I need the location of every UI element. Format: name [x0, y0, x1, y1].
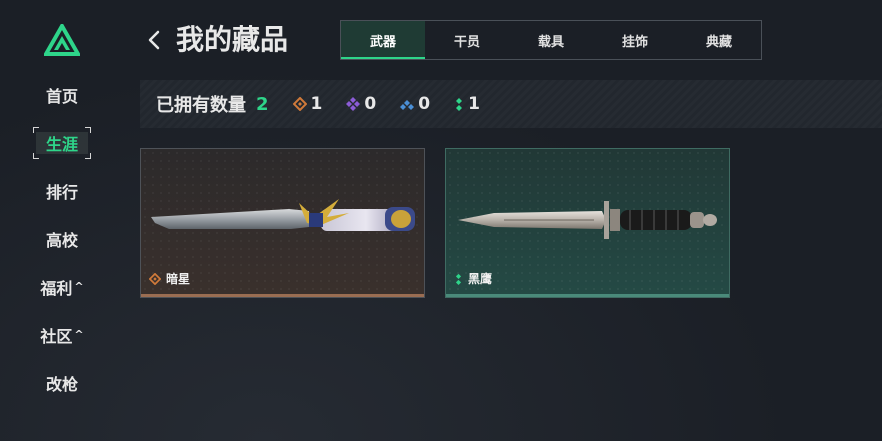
stat-value: 1 — [468, 94, 480, 114]
sidebar-item-label: 生涯 — [45, 135, 78, 154]
sidebar-item-ranking[interactable]: 排行 — [30, 176, 94, 206]
stat-orange: 1 — [292, 94, 323, 114]
chevron-up-icon: ^ — [74, 279, 84, 293]
stat-value: 1 — [310, 94, 323, 114]
bracket-corner — [85, 127, 91, 133]
item-name-label: 暗星 — [149, 270, 190, 287]
tab-vehicles[interactable]: 载具 — [509, 21, 593, 59]
purple-diamond-icon — [346, 97, 361, 111]
rarity-bar — [446, 294, 729, 297]
stat-purple: 0 — [346, 94, 376, 114]
page-title: 我的藏品 — [176, 23, 289, 56]
sidebar-item-career[interactable]: 生涯 — [30, 127, 94, 159]
green-dots-icon — [455, 273, 462, 285]
tab-charms[interactable]: 挂饰 — [593, 21, 677, 59]
item-name: 暗星 — [166, 272, 191, 286]
sidebar-item-label: 改枪 — [45, 375, 78, 394]
tab-weapons[interactable]: 武器 — [341, 21, 425, 59]
ownership-stats-bar: 已拥有数量 2 1 0 0 1 — [140, 80, 882, 128]
stat-value: 0 — [418, 94, 431, 114]
sidebar-item-label: 社区 — [40, 327, 73, 346]
owned-count: 2 — [256, 93, 269, 115]
orange-diamond-icon — [292, 97, 307, 111]
stat-blue: 0 — [400, 94, 430, 114]
sidebar-item-home[interactable]: 首页 — [30, 80, 94, 110]
blue-diamond-icon — [400, 100, 415, 110]
stat-green: 1 — [454, 94, 480, 114]
collection-card-black-hawk[interactable]: 黑鹰 — [445, 148, 730, 298]
sidebar-item-label: 福利 — [40, 279, 73, 298]
sidebar: 首页 生涯 排行 高校 福利 ^ 社区 ^ 改枪 — [0, 0, 124, 441]
tab-operators[interactable]: 干员 — [425, 21, 509, 59]
sidebar-item-label: 排行 — [45, 183, 78, 202]
sidebar-item-label: 高校 — [45, 231, 78, 250]
item-name-label: 黑鹰 — [454, 270, 492, 287]
rarity-bar — [141, 294, 424, 297]
dagger-image — [458, 201, 717, 239]
combat-knife-image — [151, 199, 415, 231]
owned-label: 已拥有数量 — [156, 95, 246, 116]
chevron-up-icon: ^ — [74, 327, 84, 341]
sidebar-item-welfare[interactable]: 福利 ^ — [30, 272, 94, 302]
category-tabs: 武器 干员 载具 挂饰 典藏 — [340, 20, 762, 60]
sidebar-item-community[interactable]: 社区 ^ — [30, 320, 94, 350]
green-dots-icon — [456, 98, 463, 111]
orange-diamond-icon — [149, 272, 161, 285]
sidebar-item-college[interactable]: 高校 — [30, 224, 94, 254]
back-chevron-icon[interactable] — [144, 24, 164, 56]
sidebar-item-gunsmith[interactable]: 改枪 — [30, 368, 94, 398]
sidebar-item-label: 首页 — [45, 87, 78, 106]
tab-collection[interactable]: 典藏 — [677, 21, 761, 59]
item-name: 黑鹰 — [468, 272, 493, 286]
stat-value: 0 — [364, 94, 377, 114]
bracket-corner — [85, 153, 91, 159]
bracket-corner — [33, 153, 39, 159]
collection-card-dark-star[interactable]: 暗星 — [140, 148, 425, 298]
app-logo-icon[interactable] — [44, 24, 80, 56]
bracket-corner — [33, 127, 39, 133]
